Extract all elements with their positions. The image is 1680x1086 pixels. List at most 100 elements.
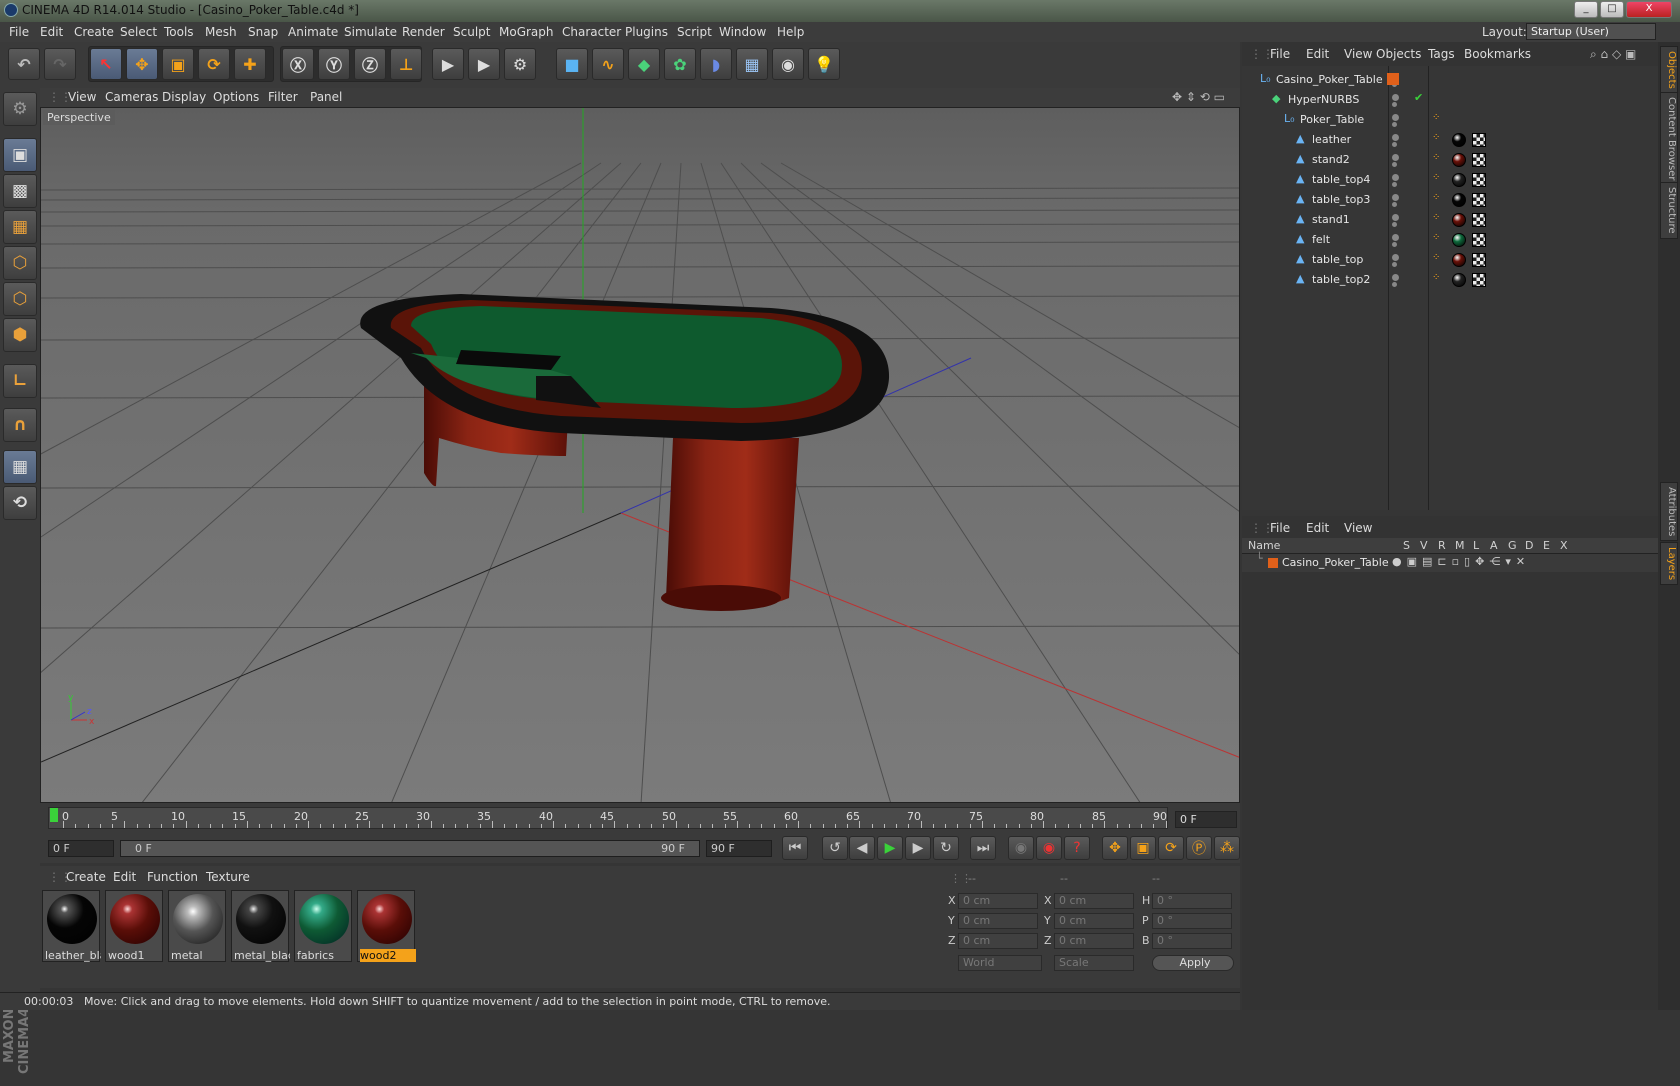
spline-icon[interactable]: ∿ — [592, 48, 624, 80]
recent-tools-icon[interactable]: ✚ — [234, 48, 266, 80]
rotate-icon[interactable]: ⟳ — [198, 48, 230, 80]
editor-visibility-dot[interactable] — [1392, 134, 1399, 141]
minimize-button[interactable]: _ — [1574, 1, 1598, 18]
object-menu-file[interactable]: File — [1270, 47, 1290, 61]
editor-visibility-dot[interactable] — [1392, 194, 1399, 201]
key-param-icon[interactable]: Ⓟ — [1186, 836, 1212, 860]
render-view-icon[interactable]: ▶ — [432, 48, 464, 80]
layer-col-render[interactable]: R — [1438, 539, 1446, 552]
render-visibility-dot[interactable] — [1392, 242, 1397, 247]
workplane-lock-icon[interactable]: ▦ — [3, 450, 37, 484]
rotation-p-field[interactable]: 0 ° — [1152, 913, 1232, 929]
layer-flag-icons[interactable]: ●▣▤⊏▫▯✥⋲▾✕ — [1392, 555, 1530, 568]
material-tag-icon[interactable] — [1452, 153, 1466, 167]
object-menu-bookmarks[interactable]: Bookmarks — [1464, 47, 1531, 61]
material-swatch[interactable]: wood1 — [105, 890, 163, 962]
uvw-tag-icon[interactable] — [1472, 193, 1486, 207]
material-menu-function[interactable]: Function — [147, 870, 198, 884]
material-tag-icon[interactable] — [1452, 273, 1466, 287]
viewport-nav-icons[interactable]: ✥ ⇕ ⟲ ▭ — [1172, 90, 1225, 104]
uvw-tag-icon[interactable] — [1472, 173, 1486, 187]
object-tree-row[interactable]: L₀ Casino_Poker_Table — [1242, 70, 1658, 90]
material-tag-icon[interactable] — [1452, 213, 1466, 227]
texture-mode-icon[interactable]: ▩ — [3, 174, 37, 208]
uvw-tag-icon[interactable] — [1472, 253, 1486, 267]
coordinate-system-icon[interactable]: ⊥ — [390, 48, 422, 80]
tab-content-browser[interactable]: Content Browser — [1660, 92, 1678, 186]
editor-visibility-dot[interactable] — [1392, 254, 1399, 261]
timeline-playhead[interactable] — [50, 808, 58, 822]
phong-tag-icon[interactable]: ⁘ — [1432, 152, 1440, 163]
object-name[interactable]: table_top2 — [1312, 273, 1370, 286]
3d-viewport[interactable]: y x z Perspective — [40, 107, 1240, 803]
material-swatch[interactable]: leather_bla — [42, 890, 101, 962]
menu-edit[interactable]: Edit — [40, 25, 63, 39]
layer-name[interactable]: Casino_Poker_Table — [1282, 556, 1389, 569]
object-name[interactable]: table_top3 — [1312, 193, 1370, 206]
viewport-menu-display[interactable]: Display — [162, 90, 206, 104]
object-name[interactable]: table_top4 — [1312, 173, 1370, 186]
object-tree-row[interactable]: ▲ felt ⁘ — [1242, 230, 1658, 250]
layer-menu-edit[interactable]: Edit — [1306, 521, 1329, 535]
undo-icon[interactable]: ↶ — [8, 48, 40, 80]
layer-col-expressions[interactable]: E — [1543, 539, 1550, 552]
menu-mesh[interactable]: Mesh — [205, 25, 237, 39]
render-visibility-dot[interactable] — [1392, 162, 1397, 167]
object-tree-row[interactable]: ▲ leather ⁘ — [1242, 130, 1658, 150]
uvw-tag-icon[interactable] — [1472, 153, 1486, 167]
phong-tag-icon[interactable]: ⁘ — [1432, 112, 1440, 123]
material-swatch[interactable]: fabrics — [294, 890, 352, 962]
z-axis-lock-icon[interactable]: Ⓩ — [354, 48, 386, 80]
maximize-button[interactable]: □ — [1600, 1, 1624, 18]
object-name[interactable]: stand1 — [1312, 213, 1350, 226]
editor-visibility-dot[interactable] — [1392, 114, 1399, 121]
viewport-menu-view[interactable]: View — [68, 90, 96, 104]
render-visibility-dot[interactable] — [1392, 282, 1397, 287]
phong-tag-icon[interactable]: ⁘ — [1432, 232, 1440, 243]
timeline[interactable] — [40, 803, 1240, 833]
viewport-scene[interactable]: y x z — [41, 108, 1240, 803]
object-name[interactable]: Casino_Poker_Table — [1276, 73, 1383, 86]
material-tag-icon[interactable] — [1452, 133, 1466, 147]
record-keys-icon[interactable]: ◉ — [1008, 836, 1034, 860]
position-y-field[interactable]: 0 cm — [958, 913, 1038, 929]
next-key-icon[interactable]: ↻ — [933, 836, 959, 860]
camera-icon[interactable]: ◉ — [772, 48, 804, 80]
material-tag-icon[interactable] — [1452, 233, 1466, 247]
object-tree-row[interactable]: ▲ table_top ⁘ — [1242, 250, 1658, 270]
menu-help[interactable]: Help — [777, 25, 804, 39]
layer-row[interactable]: └ Casino_Poker_Table ●▣▤⊏▫▯✥⋲▾✕ — [1242, 552, 1658, 572]
size-y-field[interactable]: 0 cm — [1054, 913, 1134, 929]
menu-mograph[interactable]: MoGraph — [499, 25, 554, 39]
key-rotation-icon[interactable]: ⟳ — [1158, 836, 1184, 860]
layer-col-view[interactable]: V — [1420, 539, 1428, 552]
scale-icon[interactable]: ▣ — [162, 48, 194, 80]
live-selection-icon[interactable]: ↖ — [90, 48, 122, 80]
layer-col-locked[interactable]: L — [1473, 539, 1479, 552]
table-stand-right[interactable] — [666, 438, 799, 608]
phong-tag-icon[interactable]: ⁘ — [1432, 252, 1440, 263]
tab-layers[interactable]: Layers — [1660, 542, 1678, 586]
redo-icon[interactable]: ↷ — [44, 48, 76, 80]
phong-tag-icon[interactable]: ⁘ — [1432, 132, 1440, 143]
layout-select[interactable]: Startup (User) — [1526, 23, 1656, 40]
close-button[interactable]: X — [1626, 1, 1672, 18]
object-menu-tags[interactable]: Tags — [1428, 47, 1455, 61]
key-scale-icon[interactable]: ▣ — [1130, 836, 1156, 860]
tab-objects[interactable]: Objects — [1660, 46, 1678, 94]
y-axis-lock-icon[interactable]: Ⓨ — [318, 48, 350, 80]
transform-mode-select[interactable]: Scale — [1054, 955, 1134, 971]
object-name[interactable]: HyperNURBS — [1288, 93, 1359, 106]
menu-sculpt[interactable]: Sculpt — [453, 25, 490, 39]
min-time-field[interactable]: 0 F — [48, 840, 114, 857]
render-visibility-dot[interactable] — [1392, 202, 1397, 207]
viewport-menu-filter[interactable]: Filter — [268, 90, 298, 104]
menu-script[interactable]: Script — [677, 25, 712, 39]
go-to-start-icon[interactable]: ⏮ — [782, 836, 808, 860]
render-visibility-dot[interactable] — [1392, 142, 1397, 147]
rotation-b-field[interactable]: 0 ° — [1152, 933, 1232, 949]
keyframe-selection-icon[interactable]: ? — [1064, 836, 1090, 860]
rotation-h-field[interactable]: 0 ° — [1152, 893, 1232, 909]
current-frame-field[interactable]: 0 F — [1175, 811, 1237, 828]
object-tree-row[interactable]: L₀ Poker_Table ⁘ — [1242, 110, 1658, 130]
